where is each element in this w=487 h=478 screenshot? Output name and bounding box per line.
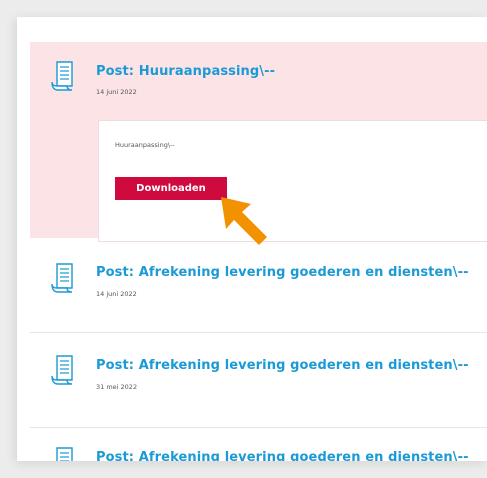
item-date: 31 mei 2022: [96, 383, 138, 391]
item-title[interactable]: Post: Afrekening levering goederen en di…: [96, 450, 469, 461]
pointer-arrow-icon: [219, 194, 271, 248]
item-date: 14 juni 2022: [96, 88, 137, 96]
document-icon: [50, 60, 76, 92]
list-item[interactable]: Post: Afrekening levering goederen en di…: [30, 428, 487, 461]
download-button[interactable]: Downloaden: [115, 177, 227, 200]
detail-text: Huuraanpassing\--: [115, 141, 175, 149]
item-title[interactable]: Post: Afrekening levering goederen en di…: [96, 265, 469, 280]
item-detail-card: Huuraanpassing\-- Downloaden: [98, 120, 487, 242]
document-icon: [50, 354, 76, 386]
document-icon: [50, 262, 76, 294]
document-icon: [50, 446, 76, 461]
list-item[interactable]: Post: Afrekening levering goederen en di…: [30, 333, 487, 428]
item-title[interactable]: Post: Afrekening levering goederen en di…: [96, 358, 469, 373]
list-item[interactable]: Post: Afrekening levering goederen en di…: [30, 238, 487, 333]
item-title[interactable]: Post: Huuraanpassing\--: [96, 64, 275, 79]
item-date: 14 juni 2022: [96, 290, 137, 298]
